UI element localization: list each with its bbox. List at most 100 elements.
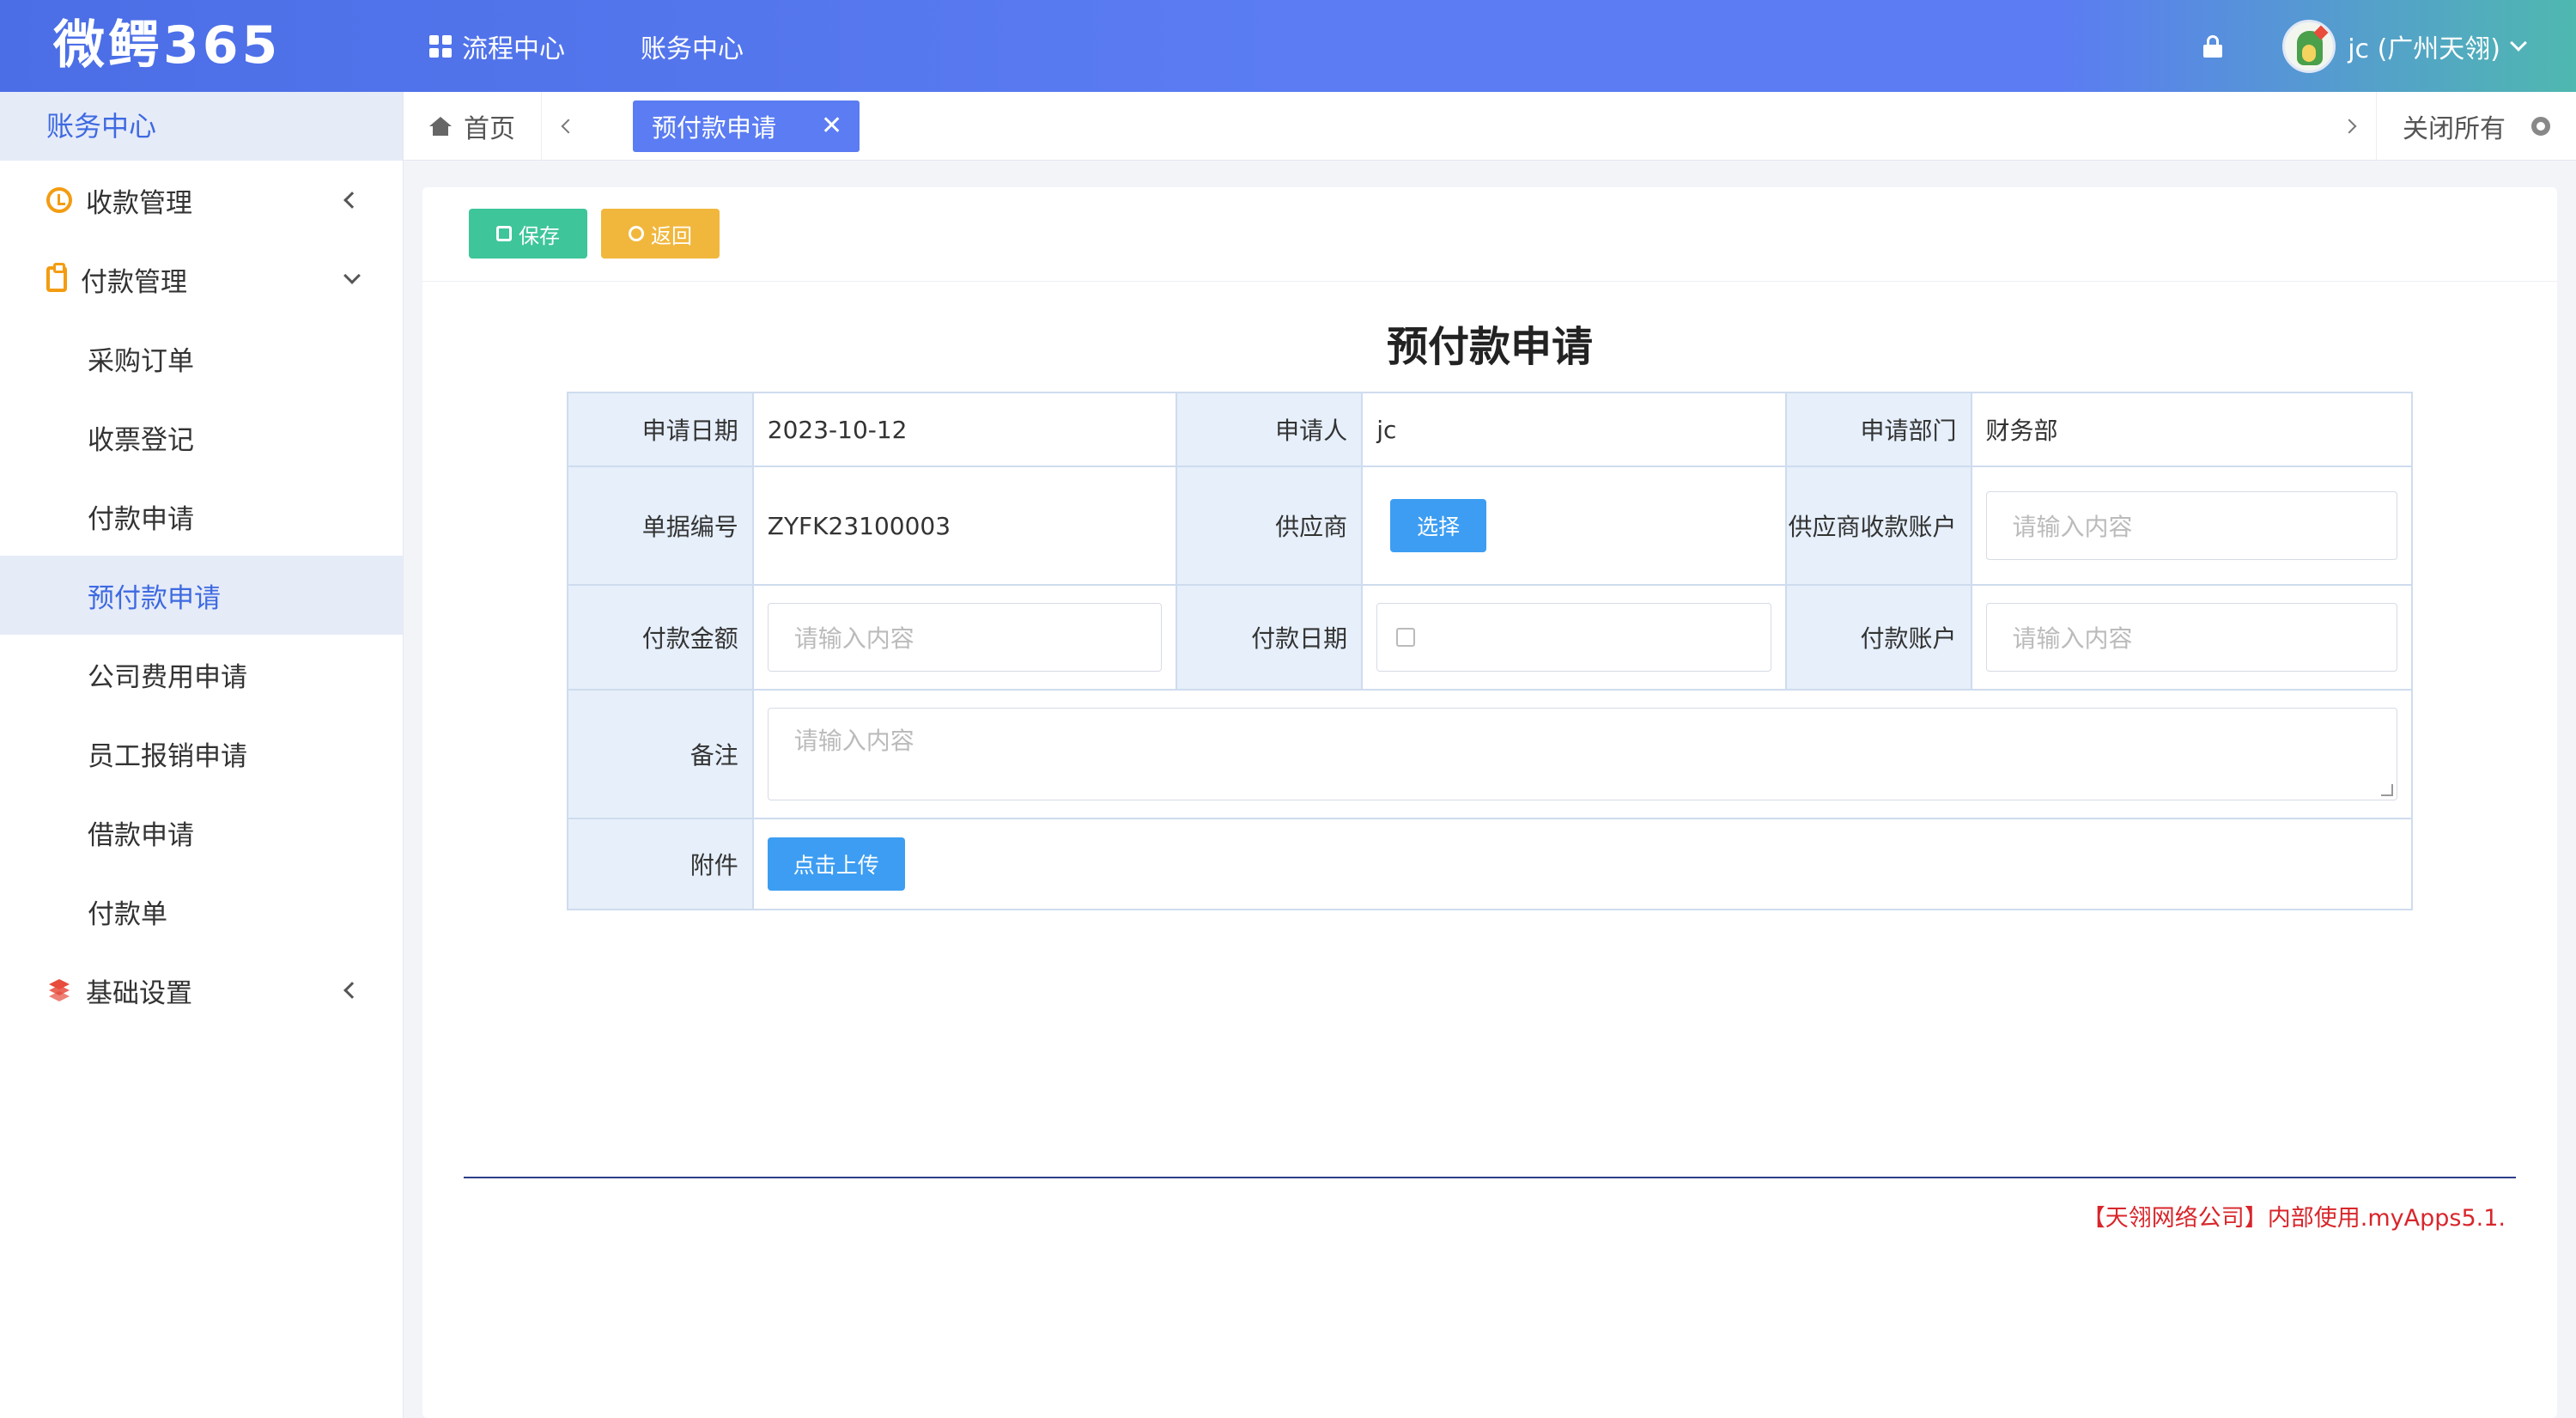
pay-account-label: 付款账户 xyxy=(1784,584,1972,691)
calendar-icon xyxy=(1396,628,1416,647)
sidebar-item-label: 预付款申请 xyxy=(88,582,221,614)
upload-button[interactable]: 点击上传 xyxy=(767,837,905,891)
tabs-right-controls: 关闭所有 xyxy=(2323,92,2576,161)
sidebar-group-collection[interactable]: 收款管理 xyxy=(0,161,403,240)
select-supplier-button[interactable]: 选择 xyxy=(1390,499,1487,552)
sidebar-group-label: 收款管理 xyxy=(86,187,192,219)
sidebar-item-loan-request[interactable]: 借款申请 xyxy=(0,793,403,872)
doc-no-value: ZYFK23100003 xyxy=(751,466,1178,586)
tabs-scroll-left-button[interactable] xyxy=(542,92,595,161)
layers-icon xyxy=(46,977,72,1003)
tab-home-label: 首页 xyxy=(464,113,515,144)
pay-date-input[interactable] xyxy=(1376,603,1771,672)
app-logo[interactable]: 微鳄365 xyxy=(53,0,281,92)
amount-input[interactable]: 请输入内容 xyxy=(767,603,1163,672)
footer-note: 【天翎网络公司】内部使用.myApps5.1. xyxy=(2081,1205,2506,1232)
tabs-scroll-right-button[interactable] xyxy=(2323,92,2376,161)
remark-label: 备注 xyxy=(567,689,754,819)
attachment-label: 附件 xyxy=(567,818,754,910)
close-all-tabs-button[interactable]: 关闭所有 xyxy=(2376,92,2576,161)
tabs-bar: 首页 预付款申请 ✕ 关闭所有 xyxy=(404,91,2576,161)
pay-account-cell: 请输入内容 xyxy=(1970,584,2413,691)
amount-label: 付款金额 xyxy=(567,584,754,691)
chevron-left-icon xyxy=(343,982,361,999)
dept-label: 申请部门 xyxy=(1784,392,1972,467)
nav-workflow-label: 流程中心 xyxy=(462,33,565,64)
tab-label: 预付款申请 xyxy=(652,113,777,143)
chevron-left-icon xyxy=(343,192,361,209)
lock-icon[interactable] xyxy=(2203,34,2223,58)
supplier-account-label: 供应商收款账户 xyxy=(1784,466,1972,586)
sidebar-item-prepayment-request[interactable]: 预付款申请 xyxy=(0,556,403,635)
nav-workflow-center[interactable]: 流程中心 xyxy=(429,27,565,65)
chevron-right-icon xyxy=(2342,119,2357,134)
avatar[interactable] xyxy=(2282,19,2336,73)
nav-finance-label: 账务中心 xyxy=(641,33,744,64)
supplier-account-input[interactable]: 请输入内容 xyxy=(1985,491,2397,560)
save-icon xyxy=(496,226,512,241)
back-label: 返回 xyxy=(651,223,692,248)
tab-home[interactable]: 首页 xyxy=(404,91,542,161)
sidebar-item-payment-request[interactable]: 付款申请 xyxy=(0,477,403,556)
dept-value: 财务部 xyxy=(1970,392,2413,467)
remark-textarea[interactable]: 请输入内容 xyxy=(767,708,2397,800)
clipboard-icon xyxy=(46,263,67,292)
sidebar-item-label: 收票登记 xyxy=(88,424,194,456)
sidebar-item-purchase-order[interactable]: 采购订单 xyxy=(0,319,403,398)
grid-icon xyxy=(429,34,452,58)
attachment-cell: 点击上传 xyxy=(751,818,2414,910)
sidebar-group-basic-settings[interactable]: 基础设置 xyxy=(0,951,403,1030)
sidebar-item-invoice-register[interactable]: 收票登记 xyxy=(0,398,403,477)
user-menu[interactable]: jc (广州天翎) xyxy=(2348,27,2527,65)
applicant-label: 申请人 xyxy=(1176,392,1364,467)
apply-date-value: 2023-10-12 xyxy=(751,392,1178,467)
chevron-down-icon xyxy=(2510,33,2527,52)
amount-cell: 请输入内容 xyxy=(751,584,1178,691)
sidebar-item-label: 员工报销申请 xyxy=(88,740,247,772)
tab-prepayment-request[interactable]: 预付款申请 ✕ xyxy=(633,100,860,152)
resize-handle-icon[interactable] xyxy=(2381,784,2393,796)
prepayment-form-table: 申请日期 2023-10-12 申请人 jc 申请部门 财务部 单据编号 ZYF… xyxy=(567,392,2414,910)
form-toolbar: 保存 返回 xyxy=(422,187,2557,282)
supplier-cell: 选择 xyxy=(1361,466,1787,586)
save-button[interactable]: 保存 xyxy=(469,209,587,259)
remark-placeholder: 请输入内容 xyxy=(793,727,914,755)
gear-icon[interactable] xyxy=(2531,117,2550,136)
home-icon xyxy=(429,116,452,136)
supplier-label: 供应商 xyxy=(1176,466,1364,586)
sidebar-item-label: 借款申请 xyxy=(88,819,194,851)
back-circle-icon xyxy=(629,226,644,241)
top-header: 微鳄365 流程中心 账务中心 jc (广州天翎) xyxy=(0,0,2576,92)
sidebar-group-label: 付款管理 xyxy=(81,266,187,298)
sidebar-group-payment[interactable]: 付款管理 xyxy=(0,240,403,319)
remark-cell: 请输入内容 xyxy=(751,689,2414,819)
sidebar-item-label: 公司费用申请 xyxy=(88,661,247,693)
divider xyxy=(464,1177,2516,1178)
close-all-label: 关闭所有 xyxy=(2403,114,2506,144)
sidebar-item-label: 付款申请 xyxy=(88,503,194,535)
sidebar-item-employee-reimbursement[interactable]: 员工报销申请 xyxy=(0,714,403,793)
nav-finance-center[interactable]: 账务中心 xyxy=(641,27,744,65)
close-icon[interactable]: ✕ xyxy=(821,113,842,139)
pay-date-cell xyxy=(1361,584,1787,691)
page-title: 预付款申请 xyxy=(1386,323,1593,371)
doc-no-label: 单据编号 xyxy=(567,466,754,586)
chevron-down-icon xyxy=(343,267,361,284)
applicant-value: jc xyxy=(1361,392,1787,467)
sidebar-item-label: 付款单 xyxy=(88,898,167,930)
sidebar: 账务中心 收款管理 付款管理 采购订单 收票登记 付款申请 预付款申请 公司费用… xyxy=(0,92,404,1418)
sidebar-group-label: 基础设置 xyxy=(86,977,192,1009)
top-nav: 流程中心 账务中心 xyxy=(429,0,819,92)
sidebar-title: 账务中心 xyxy=(0,92,403,161)
pay-date-label: 付款日期 xyxy=(1176,584,1364,691)
back-button[interactable]: 返回 xyxy=(601,209,720,259)
apply-date-label: 申请日期 xyxy=(567,392,754,467)
save-label: 保存 xyxy=(519,223,560,248)
sidebar-item-company-expense[interactable]: 公司费用申请 xyxy=(0,635,403,714)
chevron-left-icon xyxy=(561,119,576,133)
header-user-area: jc (广州天翎) xyxy=(2203,0,2527,92)
form-card: 保存 返回 预付款申请 申请日期 2023-10-12 申请人 jc 申请部门 … xyxy=(422,187,2557,1418)
pay-account-input[interactable]: 请输入内容 xyxy=(1985,603,2397,672)
sidebar-item-payment-slip[interactable]: 付款单 xyxy=(0,872,403,951)
supplier-account-cell: 请输入内容 xyxy=(1970,466,2413,586)
